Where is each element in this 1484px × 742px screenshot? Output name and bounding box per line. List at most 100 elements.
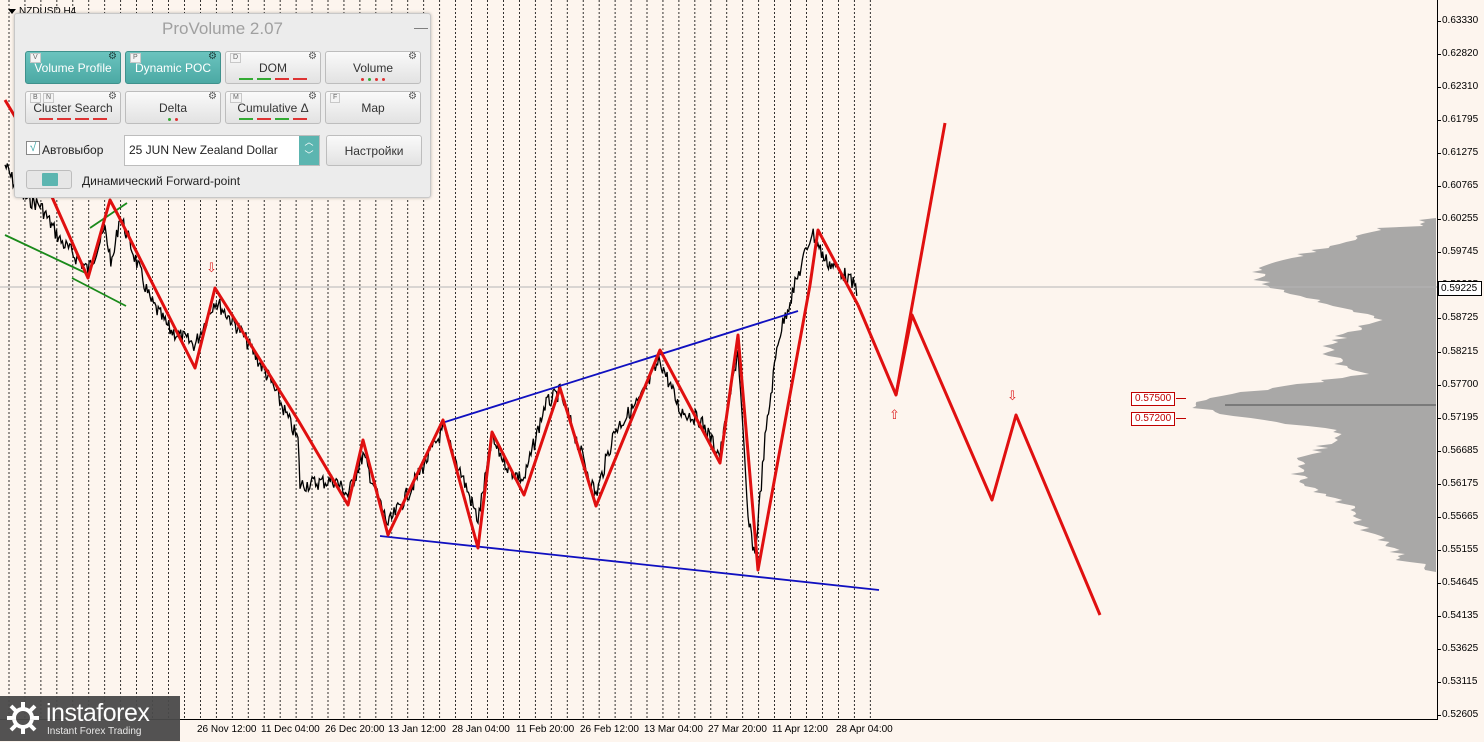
hotkey-badge: F bbox=[330, 93, 341, 103]
instaforex-logo-icon bbox=[7, 702, 39, 734]
price-tick-label: 0.56685 bbox=[1436, 444, 1479, 456]
gear-icon[interactable]: ⚙ bbox=[408, 51, 417, 62]
button-label: Delta bbox=[158, 101, 187, 115]
hotkey-badge: M bbox=[230, 93, 242, 103]
hotkey-badge: N bbox=[43, 93, 55, 103]
up-arrow-icon: ⇧ bbox=[889, 408, 900, 423]
hotkey-badge: V bbox=[30, 53, 41, 63]
forward-point-label: Динамический Forward-point bbox=[82, 174, 241, 188]
hotkey-badge: P bbox=[130, 53, 141, 63]
price-tick-label: 0.58725 bbox=[1436, 312, 1479, 324]
settings-button[interactable]: Настройки bbox=[326, 135, 422, 166]
dynamic-poc-button[interactable]: P ⚙ Dynamic POC bbox=[125, 51, 221, 84]
down-arrow-icon: ⇩ bbox=[206, 261, 217, 276]
price-tick-label: 0.54135 bbox=[1436, 609, 1479, 621]
time-tick-label: 13 Mar 04:00 bbox=[644, 724, 703, 735]
price-tick-label: 0.60255 bbox=[1436, 213, 1479, 225]
price-series bbox=[4, 163, 858, 554]
forward-point-toggle[interactable] bbox=[26, 170, 72, 189]
price-tick-label: 0.55665 bbox=[1436, 510, 1479, 522]
hotkey-badge: D bbox=[230, 53, 242, 63]
indicator-dots bbox=[130, 117, 216, 121]
button-label: Map bbox=[361, 101, 385, 115]
time-tick-label: 11 Apr 12:00 bbox=[772, 724, 828, 735]
map-button[interactable]: F ⚙ Map bbox=[325, 91, 421, 124]
gear-icon[interactable]: ⚙ bbox=[308, 91, 317, 102]
indicator-dots bbox=[330, 77, 416, 81]
blue-channel bbox=[379, 310, 880, 591]
indicator-dots bbox=[230, 117, 316, 121]
time-tick-label: 11 Feb 20:00 bbox=[516, 724, 575, 735]
dom-button[interactable]: D ⚙ DOM bbox=[225, 51, 321, 84]
volume-profile-histogram bbox=[1192, 218, 1436, 572]
instrument-select[interactable]: 25 JUN New Zealand Dollar ︿ ﹀ bbox=[124, 135, 320, 166]
level-tick bbox=[1176, 418, 1186, 419]
price-axis[interactable]: 0.63330 0.62820 0.62310 0.61795 0.61275 0.607… bbox=[1436, 0, 1484, 721]
gear-icon[interactable]: ⚙ bbox=[108, 51, 117, 62]
down-arrow-icon: ⇩ bbox=[1007, 389, 1018, 404]
time-tick-label: 11 Dec 04:00 bbox=[261, 724, 320, 735]
gear-icon[interactable]: ⚙ bbox=[208, 51, 217, 62]
forecast-line-1 bbox=[856, 122, 947, 397]
indicator-dots bbox=[230, 77, 316, 81]
volume-button[interactable]: ⚙ Volume bbox=[325, 51, 421, 84]
hotkey-badge: B bbox=[30, 93, 41, 103]
time-tick-label: 28 Jan 04:00 bbox=[452, 724, 510, 735]
current-price-label: 0.59225 bbox=[1438, 281, 1482, 296]
provolume-panel[interactable]: ProVolume 2.07 — V ⚙ Volume Profile P ⚙ … bbox=[14, 13, 431, 198]
time-tick-label: 26 Dec 20:00 bbox=[325, 724, 385, 735]
delta-button[interactable]: ⚙ Delta bbox=[125, 91, 221, 124]
price-tick-label: 0.53115 bbox=[1436, 676, 1478, 687]
panel-title: ProVolume 2.07 bbox=[162, 19, 283, 38]
time-tick-label: 28 Apr 04:00 bbox=[836, 724, 893, 735]
price-tick-label: 0.56175 bbox=[1436, 477, 1479, 489]
volume-profile bbox=[1192, 218, 1436, 572]
button-label: Cumulative Δ bbox=[237, 101, 309, 115]
minimize-button[interactable]: — bbox=[414, 20, 428, 34]
price-tick-label: 0.62310 bbox=[1436, 81, 1479, 93]
price-tick-label: 0.53625 bbox=[1436, 642, 1479, 654]
instaforex-watermark: instaforex Instant Forex Trading bbox=[0, 696, 180, 741]
gear-icon[interactable]: ⚙ bbox=[208, 91, 217, 102]
button-label: Volume Profile bbox=[34, 61, 112, 75]
toggle-knob bbox=[42, 173, 58, 186]
watermark-name: instaforex bbox=[46, 699, 150, 727]
price-tick-label: 0.62820 bbox=[1436, 48, 1479, 60]
forecast-line-2 bbox=[894, 313, 1102, 616]
price-tick-label: 0.54645 bbox=[1436, 576, 1479, 588]
button-label: Volume bbox=[352, 61, 394, 75]
spinner-arrows-icon[interactable]: ︿ ﹀ bbox=[299, 136, 319, 165]
price-tick-label: 0.61275 bbox=[1436, 147, 1479, 159]
button-label: DOM bbox=[259, 61, 287, 75]
autoselect-label: Автовыбор bbox=[42, 143, 104, 157]
price-tick-label: 0.55155 bbox=[1436, 543, 1479, 555]
cumulative-delta-button[interactable]: M ⚙ Cumulative Δ bbox=[225, 91, 321, 124]
time-tick-label: 26 Feb 12:00 bbox=[580, 724, 639, 735]
price-tick-label: 0.57195 bbox=[1436, 411, 1479, 423]
cluster-search-button[interactable]: B N ⚙ Cluster Search bbox=[25, 91, 121, 124]
green-trendlines bbox=[4, 202, 128, 307]
indicator-dots bbox=[30, 117, 116, 121]
time-axis[interactable]: 26 Nov 12:00 11 Dec 04:00 26 Dec 20:00 13 J… bbox=[0, 719, 1437, 742]
watermark-subtitle: Instant Forex Trading bbox=[47, 726, 142, 737]
price-tick-label: 0.52605 bbox=[1436, 709, 1479, 721]
volume-profile-button[interactable]: V ⚙ Volume Profile bbox=[25, 51, 121, 84]
price-tick-label: 0.58215 bbox=[1436, 345, 1479, 357]
price-tick-label: 0.59745 bbox=[1436, 246, 1479, 258]
gear-icon[interactable]: ⚙ bbox=[108, 91, 117, 102]
price-tick-label: 0.60765 bbox=[1436, 180, 1479, 192]
price-tick-label: 0.63330 bbox=[1436, 15, 1479, 26]
level-label: 0.57500 bbox=[1131, 392, 1176, 406]
autoselect-checkbox[interactable]: √ bbox=[26, 141, 40, 155]
time-tick-label: 26 Nov 12:00 bbox=[197, 724, 257, 735]
level-tick bbox=[1176, 398, 1186, 399]
time-tick-label: 27 Mar 20:00 bbox=[708, 724, 767, 735]
level-label: 0.57200 bbox=[1131, 412, 1176, 426]
instrument-value: 25 JUN New Zealand Dollar bbox=[129, 143, 278, 157]
gear-icon[interactable]: ⚙ bbox=[408, 91, 417, 102]
gear-icon[interactable]: ⚙ bbox=[308, 51, 317, 62]
button-label: Dynamic POC bbox=[134, 61, 211, 75]
button-label: Cluster Search bbox=[33, 101, 113, 115]
price-tick-label: 0.57700 bbox=[1436, 378, 1479, 390]
price-tick-label: 0.61795 bbox=[1436, 114, 1479, 126]
